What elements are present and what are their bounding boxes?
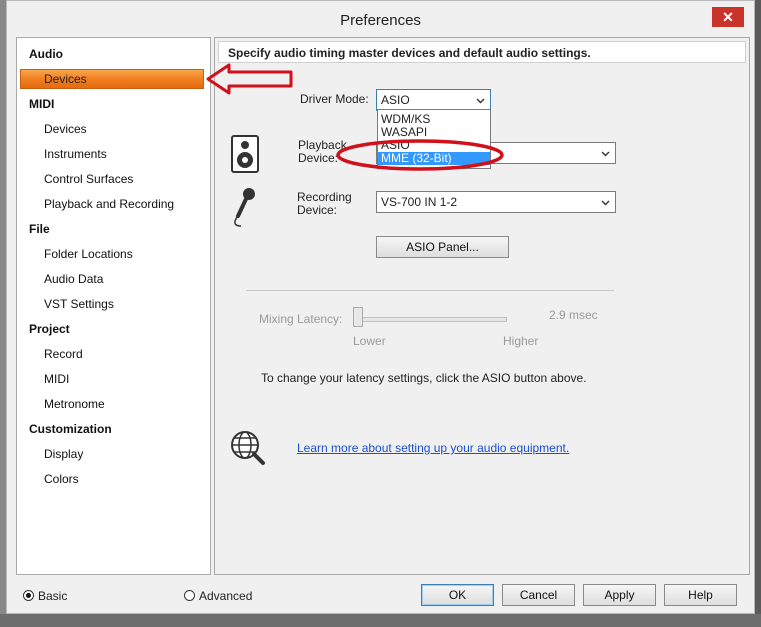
nav-category-audio[interactable]: Audio	[29, 47, 63, 61]
chevron-down-icon	[476, 98, 485, 104]
nav-category-customization[interactable]: Customization	[29, 422, 112, 436]
nav-item-vst-settings[interactable]: VST Settings	[44, 297, 114, 311]
nav-item-display[interactable]: Display	[44, 447, 83, 461]
mixing-latency-slider-thumb[interactable]	[353, 307, 363, 327]
dialog-footer: Basic Advanced OK Cancel Apply Help	[7, 576, 754, 613]
playback-label-line2: Device:	[298, 151, 339, 165]
learn-more-link[interactable]: Learn more about setting up your audio e…	[297, 441, 569, 455]
driver-mode-label: Driver Mode:	[300, 92, 369, 106]
mixing-latency-label: Mixing Latency:	[259, 312, 343, 326]
advanced-radio[interactable]	[184, 590, 195, 601]
recording-device-select[interactable]: VS-700 IN 1-2	[376, 191, 616, 213]
nav-item-control-surfaces[interactable]: Control Surfaces	[44, 172, 133, 186]
nav-item-project-midi[interactable]: MIDI	[44, 372, 69, 386]
nav-item-audio-data[interactable]: Audio Data	[44, 272, 103, 286]
nav-item-metronome[interactable]: Metronome	[44, 397, 105, 411]
nav-category-file[interactable]: File	[29, 222, 50, 236]
annotation-arrow	[206, 63, 293, 95]
panel-heading: Specify audio timing master devices and …	[228, 46, 591, 60]
microphone-icon	[234, 188, 255, 227]
host-app-background-bottom	[0, 614, 761, 627]
recording-label-line2: Device:	[297, 203, 338, 217]
driver-mode-select[interactable]: ASIO	[376, 89, 491, 111]
close-button[interactable]: ✕	[712, 7, 744, 27]
chevron-down-icon	[601, 151, 610, 157]
slider-lower-label: Lower	[353, 334, 386, 348]
panel-header: Specify audio timing master devices and …	[218, 41, 746, 63]
mixing-latency-track[interactable]	[353, 317, 507, 322]
nav-item-midi-devices[interactable]: Devices	[44, 122, 87, 136]
help-button[interactable]: Help	[664, 584, 737, 606]
preferences-nav: Audio Devices MIDI Devices Instruments C…	[16, 37, 211, 575]
annotation-ellipse	[336, 139, 504, 171]
slider-higher-label: Higher	[503, 334, 539, 348]
nav-item-instruments[interactable]: Instruments	[44, 147, 107, 161]
nav-item-record[interactable]: Record	[44, 347, 83, 361]
nav-category-midi[interactable]: MIDI	[29, 97, 54, 111]
nav-item-colors[interactable]: Colors	[44, 472, 79, 486]
basic-radio[interactable]	[23, 590, 34, 601]
nav-item-playback-recording[interactable]: Playback and Recording	[44, 197, 174, 211]
chevron-down-icon	[601, 200, 610, 206]
nav-category-project[interactable]: Project	[29, 322, 70, 336]
latency-group-divider	[246, 290, 614, 291]
speaker-icon	[231, 135, 259, 173]
nav-item-folder-locations[interactable]: Folder Locations	[44, 247, 133, 261]
window-title: Preferences	[340, 12, 421, 29]
audio-devices-panel: Specify audio timing master devices and …	[214, 37, 750, 575]
ok-button[interactable]: OK	[421, 584, 494, 606]
globe-search-icon	[231, 431, 265, 465]
driver-mode-value: ASIO	[381, 93, 410, 107]
apply-button[interactable]: Apply	[583, 584, 656, 606]
advanced-radio-label[interactable]: Advanced	[199, 590, 252, 603]
basic-radio-label[interactable]: Basic	[38, 590, 67, 603]
recording-device-value: VS-700 IN 1-2	[381, 195, 458, 209]
cancel-button[interactable]: Cancel	[502, 584, 575, 606]
mixing-latency-value: 2.9 msec	[549, 308, 598, 322]
preferences-dialog: Preferences ✕ Audio Devices MIDI Devices…	[6, 0, 755, 614]
nav-item-label: Devices	[44, 72, 87, 86]
nav-item-audio-devices[interactable]: Devices	[20, 69, 204, 89]
asio-panel-button[interactable]: ASIO Panel...	[376, 236, 509, 258]
latency-note: To change your latency settings, click t…	[261, 371, 587, 385]
title-bar[interactable]: Preferences ✕	[7, 1, 754, 37]
